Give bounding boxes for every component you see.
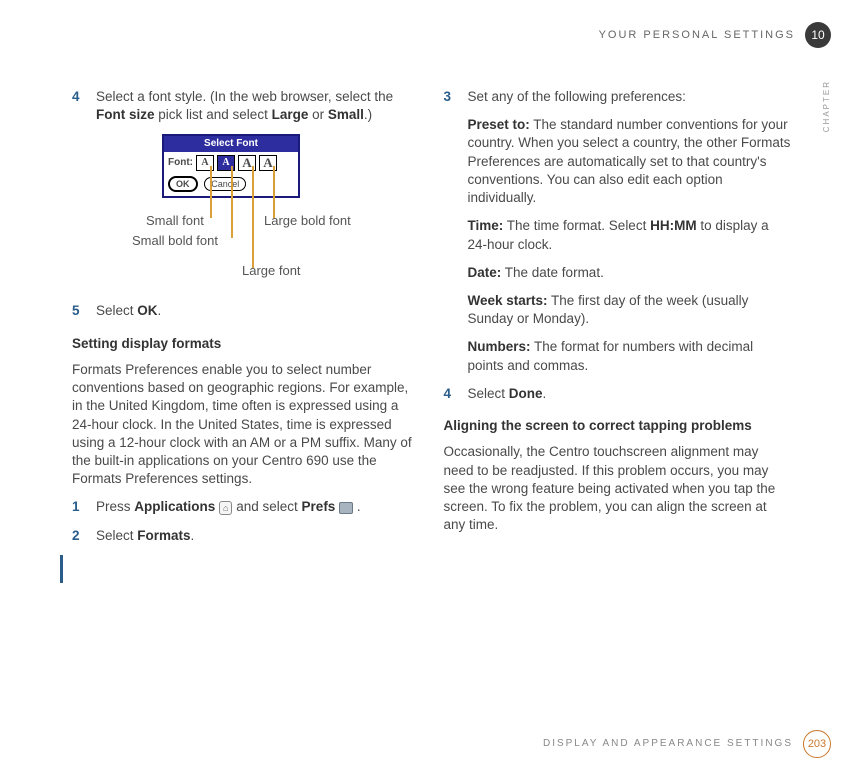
page-header: YOUR PERSONAL SETTINGS 10 xyxy=(599,22,831,48)
step-text: Select OK. xyxy=(96,302,420,320)
callout-large-font: Large font xyxy=(242,262,301,280)
text: Select xyxy=(96,528,137,543)
pref-label: Date: xyxy=(468,265,502,280)
home-icon: ⌂ xyxy=(219,501,232,515)
step-number: 5 xyxy=(72,302,86,320)
pref-label: Preset to: xyxy=(468,117,530,132)
page-body: 4 Select a font style. (In the web brows… xyxy=(72,88,791,712)
text: Press xyxy=(96,499,134,514)
leader-line xyxy=(273,166,275,218)
step-number: 2 xyxy=(72,527,86,545)
pref-label: Week starts: xyxy=(468,293,548,308)
step-text: Select a font style. (In the web browser… xyxy=(96,88,420,124)
text: Select xyxy=(468,386,509,401)
leader-line xyxy=(252,166,254,268)
text: . xyxy=(191,528,195,543)
callout-large-bold-font: Large bold font xyxy=(264,212,351,230)
pref-preset: Preset to: The standard number conventio… xyxy=(468,116,792,207)
chapter-side-label: CHAPTER xyxy=(822,80,833,132)
left-column: 4 Select a font style. (In the web brows… xyxy=(72,88,420,712)
bold: Formats xyxy=(137,528,190,543)
subhead-aligning-screen: Aligning the screen to correct tapping p… xyxy=(444,417,792,435)
bold: OK xyxy=(137,303,157,318)
prefs-icon xyxy=(339,502,353,514)
text: .) xyxy=(364,107,372,122)
bold: Done xyxy=(509,386,543,401)
select-font-figure: Select Font Font: A A A A OK Cancel xyxy=(102,134,362,294)
text: Select xyxy=(96,303,137,318)
step-2: 2 Select Formats. xyxy=(72,527,420,545)
callout-small-font: Small font xyxy=(146,212,204,230)
pref-date: Date: The date format. xyxy=(468,264,792,282)
bold: Font size xyxy=(96,107,155,122)
step-number: 3 xyxy=(444,88,458,106)
bold: HH:MM xyxy=(650,218,697,233)
text: and select xyxy=(236,499,301,514)
leader-line xyxy=(231,166,233,238)
page-number-badge: 203 xyxy=(803,730,831,758)
dialog-title: Select Font xyxy=(164,136,298,152)
callout-small-bold-font: Small bold font xyxy=(132,232,218,250)
step-text: Select Formats. xyxy=(96,527,420,545)
text: . xyxy=(353,499,361,514)
paragraph: Formats Preferences enable you to select… xyxy=(72,361,420,489)
right-column: 3 Set any of the following preferences: … xyxy=(444,88,792,712)
font-label: Font: xyxy=(168,156,193,170)
ok-button[interactable]: OK xyxy=(168,176,198,192)
margin-bar xyxy=(60,555,63,583)
pref-text: The date format. xyxy=(501,265,604,280)
step-text: Select Done. xyxy=(468,385,792,403)
paragraph: Occasionally, the Centro touchscreen ali… xyxy=(444,443,792,534)
page-footer: DISPLAY AND APPEARANCE SETTINGS 203 xyxy=(543,730,831,758)
header-title: YOUR PERSONAL SETTINGS xyxy=(599,28,795,43)
step-4: 4 Select a font style. (In the web brows… xyxy=(72,88,420,124)
pref-time: Time: The time format. Select HH:MM to d… xyxy=(468,217,792,253)
pref-label: Numbers: xyxy=(468,339,531,354)
text: . xyxy=(543,386,547,401)
bold: Applications xyxy=(134,499,215,514)
text: . xyxy=(158,303,162,318)
text: Select a font style. (In the web browser… xyxy=(96,89,393,104)
step-5: 5 Select OK. xyxy=(72,302,420,320)
step-text: Press Applications ⌂ and select Prefs . xyxy=(96,498,420,516)
step-number: 1 xyxy=(72,498,86,516)
step-4-right: 4 Select Done. xyxy=(444,385,792,403)
pref-label: Time: xyxy=(468,218,504,233)
pref-week: Week starts: The first day of the week (… xyxy=(468,292,792,328)
step-number: 4 xyxy=(444,385,458,403)
subhead-display-formats: Setting display formats xyxy=(72,335,420,353)
bold: Prefs xyxy=(302,499,336,514)
pref-numbers: Numbers: The format for numbers with dec… xyxy=(468,338,792,374)
step-1: 1 Press Applications ⌂ and select Prefs … xyxy=(72,498,420,516)
text: pick list and select xyxy=(155,107,272,122)
bold: Small xyxy=(328,107,364,122)
footer-title: DISPLAY AND APPEARANCE SETTINGS xyxy=(543,737,793,751)
step-text: Set any of the following preferences: xyxy=(468,88,792,106)
step-3: 3 Set any of the following preferences: xyxy=(444,88,792,106)
pref-text: The time format. Select xyxy=(503,218,650,233)
bold: Large xyxy=(272,107,309,122)
chapter-badge: 10 xyxy=(805,22,831,48)
leader-line xyxy=(210,166,212,218)
text: or xyxy=(308,107,328,122)
step-number: 4 xyxy=(72,88,86,124)
